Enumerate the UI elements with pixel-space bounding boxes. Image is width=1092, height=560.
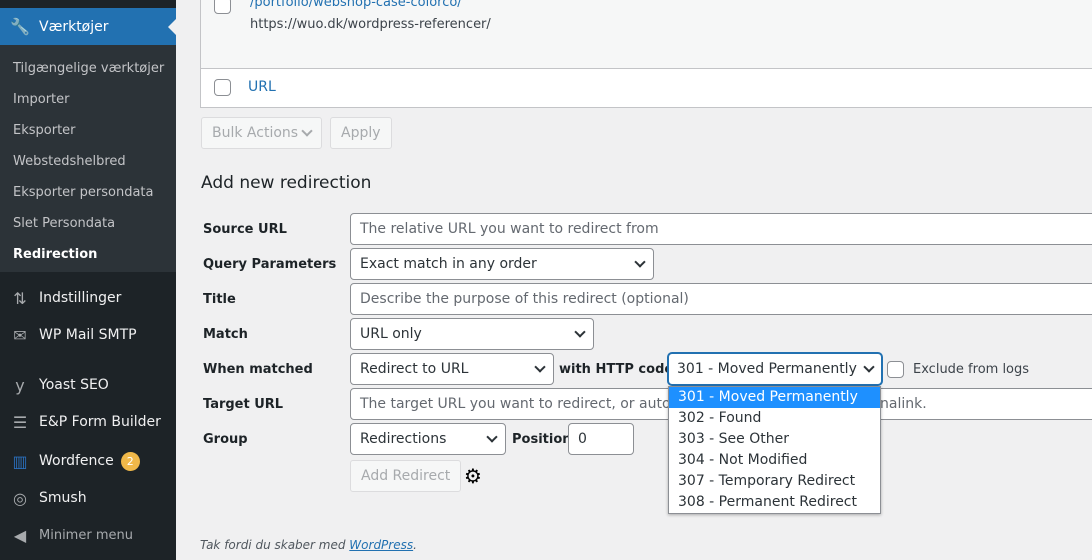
http-code-dropdown-list: 301 - Moved Permanently 302 - Found 303 …	[668, 386, 881, 514]
tools-submenu: Tilgængelige værktøjer Importer Eksporte…	[0, 45, 176, 272]
footer-end: .	[413, 538, 417, 552]
when-matched-label: When matched	[203, 362, 313, 377]
submenu-item-redirection[interactable]: Redirection	[0, 239, 176, 270]
submenu-item-import[interactable]: Importer	[0, 84, 176, 115]
placeholder-end: nalink.	[880, 396, 927, 412]
bulk-label: Bulk Actions	[212, 125, 299, 141]
bulk-actions-select[interactable]: Bulk Actions	[201, 117, 322, 149]
http-code-select[interactable]: 301 - Moved Permanently	[668, 353, 882, 385]
submenu-item-erase-personal-data[interactable]: Slet Persondata	[0, 208, 176, 239]
menu-item-wordfence[interactable]: ▥ Wordfence 2	[0, 444, 176, 478]
smush-icon: ◎	[13, 488, 27, 508]
menu-item-yoast-seo[interactable]: y Yoast SEO	[0, 368, 176, 402]
menu-item-form-builder[interactable]: ☰ E&P Form Builder	[0, 405, 176, 439]
action-select[interactable]: Redirect to URL	[350, 353, 554, 385]
table-row: /portfolio/webshop-case-colorco/ https:/…	[201, 0, 1092, 69]
target-url-label: Target URL	[203, 397, 284, 412]
admin-sidebar: 🔧 Værktøjer Tilgængelige værktøjer Import…	[0, 0, 176, 560]
submenu-item-available-tools[interactable]: Tilgængelige værktøjer	[0, 53, 176, 84]
select-all-checkbox[interactable]	[214, 79, 231, 96]
group-select[interactable]: Redirections	[350, 423, 506, 455]
chevron-down-icon	[486, 430, 498, 443]
footer-text: Tak fordi du skaber med	[200, 538, 350, 552]
menu-label: Minimer menu	[39, 527, 133, 543]
http-option-303[interactable]: 303 - See Other	[669, 429, 880, 450]
settings-icon: ⇅	[13, 288, 27, 308]
redirects-table: /portfolio/webshop-case-colorco/ https:/…	[200, 0, 1092, 108]
match-label: Match	[203, 327, 248, 342]
menu-item-wp-mail-smtp[interactable]: ✉ WP Mail SMTP	[0, 318, 176, 352]
collapse-arrow-icon: ◀	[13, 525, 27, 545]
menu-label: Indstillinger	[39, 290, 122, 306]
select-value: Exact match in any order	[360, 256, 537, 272]
row-checkbox[interactable]	[214, 0, 231, 14]
position-input[interactable]: 0	[568, 423, 634, 455]
chevron-down-icon	[574, 325, 586, 338]
wrench-icon: 🔧	[10, 17, 30, 36]
select-value: 301 - Moved Permanently	[677, 361, 857, 377]
select-value: URL only	[360, 326, 422, 342]
query-parameters-label: Query Parameters	[203, 257, 337, 272]
group-label: Group	[203, 432, 248, 447]
exclude-from-logs-label: Exclude from logs	[913, 362, 1030, 377]
mail-icon: ✉	[13, 325, 27, 345]
http-option-308[interactable]: 308 - Permanent Redirect	[669, 492, 880, 513]
submenu-item-export-personal-data[interactable]: Eksporter persondata	[0, 177, 176, 208]
menu-label: Smush	[39, 490, 87, 506]
http-option-301[interactable]: 301 - Moved Permanently	[669, 387, 880, 408]
menu-item-smush[interactable]: ◎ Smush	[0, 481, 176, 515]
http-option-304[interactable]: 304 - Not Modified	[669, 450, 880, 471]
source-url-input[interactable]: The relative URL you want to redirect fr…	[350, 213, 1092, 245]
match-select[interactable]: URL only	[350, 318, 594, 350]
http-code-label: with HTTP code	[559, 362, 674, 377]
menu-label: WP Mail SMTP	[39, 327, 137, 343]
title-label: Title	[203, 292, 236, 307]
menu-item-settings[interactable]: ⇅ Indstillinger	[0, 281, 176, 315]
title-input[interactable]: Describe the purpose of this redirect (o…	[350, 283, 1092, 315]
placeholder: The target URL you want to redirect, or …	[360, 396, 684, 412]
chevron-down-icon	[634, 255, 646, 268]
wordfence-icon: ▥	[12, 451, 28, 471]
gear-icon[interactable]: ⚙	[464, 464, 482, 488]
menu-label: Wordfence	[39, 453, 114, 469]
wordpress-link[interactable]: WordPress	[349, 538, 413, 552]
menu-label: E&P Form Builder	[39, 414, 161, 430]
placeholder: The relative URL you want to redirect fr…	[360, 221, 659, 237]
chevron-down-icon	[863, 360, 875, 373]
submenu-item-export[interactable]: Eksporter	[0, 115, 176, 146]
select-value: Redirect to URL	[360, 361, 469, 377]
placeholder: Describe the purpose of this redirect (o…	[360, 291, 689, 307]
menu-label: Værktøjer	[39, 18, 109, 35]
section-heading: Add new redirection	[201, 173, 372, 193]
exclude-from-logs-checkbox[interactable]	[887, 361, 904, 378]
submenu-item-site-health[interactable]: Webstedshelbred	[0, 146, 176, 177]
chevron-down-icon	[301, 124, 313, 137]
source-url-link[interactable]: /portfolio/webshop-case-colorco/	[250, 0, 462, 10]
query-parameters-select[interactable]: Exact match in any order	[350, 248, 654, 280]
apply-button[interactable]: Apply	[330, 117, 392, 149]
menu-item-tools[interactable]: 🔧 Værktøjer	[0, 8, 176, 45]
position-label: Position	[512, 432, 572, 447]
http-option-307[interactable]: 307 - Temporary Redirect	[669, 471, 880, 492]
http-option-302[interactable]: 302 - Found	[669, 408, 880, 429]
target-url: https://wuo.dk/wordpress-referencer/	[250, 17, 491, 32]
menu-label: Yoast SEO	[39, 377, 109, 393]
table-footer-row: URL	[201, 69, 1092, 107]
update-badge: 2	[120, 451, 140, 471]
admin-footer: Tak fordi du skaber med WordPress.	[200, 538, 417, 552]
source-url-label: Source URL	[203, 222, 287, 237]
add-redirect-button[interactable]: Add Redirect	[350, 460, 462, 492]
form-icon: ☰	[12, 412, 28, 432]
select-value: Redirections	[360, 431, 447, 447]
url-column-header[interactable]: URL	[248, 79, 276, 95]
yoast-icon: y	[15, 375, 25, 395]
chevron-down-icon	[534, 360, 546, 373]
collapse-menu-button[interactable]: ◀ Minimer menu	[0, 518, 176, 552]
